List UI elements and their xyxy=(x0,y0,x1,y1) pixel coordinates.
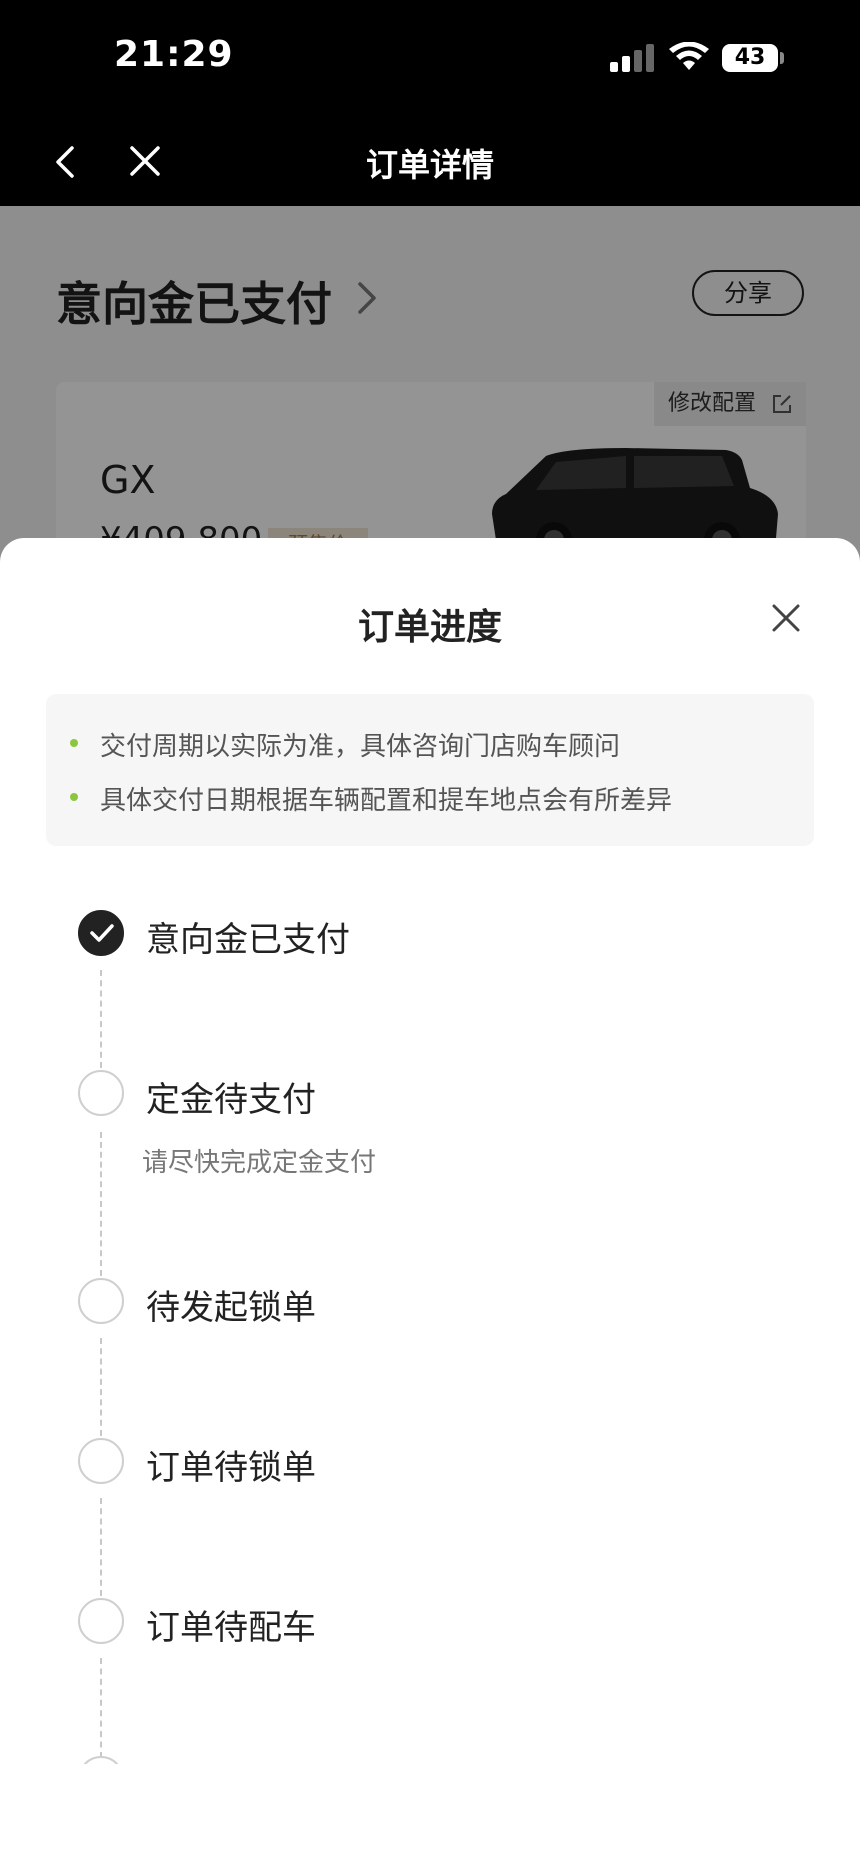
step-label: 订单待锁单 xyxy=(146,1448,316,1488)
empty-circle-icon xyxy=(78,1598,124,1644)
signal-icon xyxy=(610,44,656,72)
status-time: 21:29 xyxy=(114,34,234,75)
empty-circle-icon xyxy=(78,1070,124,1116)
step-label: 订单待配车 xyxy=(146,1608,316,1648)
step-connector xyxy=(100,1132,102,1276)
check-circle-icon xyxy=(78,910,124,956)
wifi-icon xyxy=(669,42,709,70)
page-title: 订单详情 xyxy=(365,146,494,184)
step-connector xyxy=(100,1338,102,1436)
status-bar: 21:29 43 xyxy=(0,0,860,118)
step-connector xyxy=(100,1658,102,1758)
sheet-fade xyxy=(0,1764,860,1864)
step-label: 意向金已支付 xyxy=(146,920,350,960)
empty-circle-icon xyxy=(78,1438,124,1484)
order-progress-sheet: 订单进度 交付周期以实际为准，具体咨询门店购车顾问 具体交付日期根据车辆配置和提… xyxy=(0,538,860,1864)
battery-tip xyxy=(780,52,784,64)
step-label: 定金待支付 xyxy=(146,1080,316,1120)
step-connector xyxy=(100,970,102,1068)
battery-indicator: 43 xyxy=(722,44,778,72)
empty-circle-icon xyxy=(78,1278,124,1324)
step-connector xyxy=(100,1498,102,1596)
nav-bar: 订单详情 xyxy=(0,118,860,206)
step-label: 待发起锁单 xyxy=(146,1288,316,1328)
progress-timeline: 意向金已支付 定金待支付 请尽快完成定金支付 待发起锁单 订单待锁单 订单待配车 xyxy=(0,538,860,1864)
step-hint: 请尽快完成定金支付 xyxy=(142,1148,377,1178)
